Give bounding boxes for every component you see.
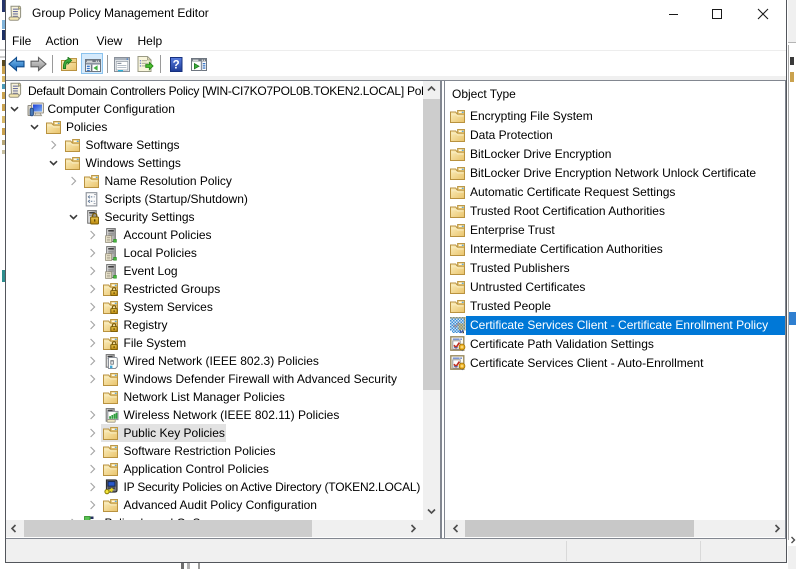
- svg-text:?: ?: [172, 59, 179, 71]
